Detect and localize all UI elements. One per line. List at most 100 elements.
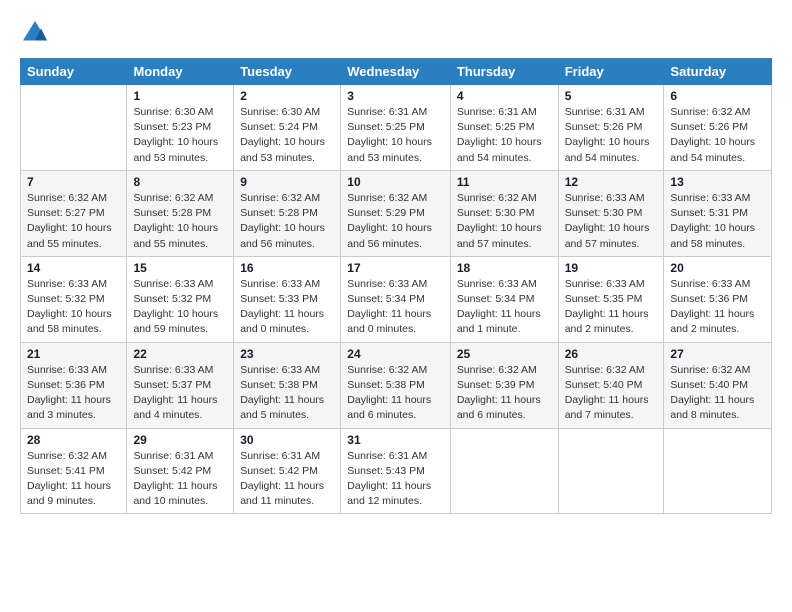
day-number: 5 [565,89,658,103]
day-info: Sunrise: 6:31 AMSunset: 5:25 PMDaylight:… [457,105,552,166]
day-info: Sunrise: 6:33 AMSunset: 5:37 PMDaylight:… [133,363,227,424]
day-info: Sunrise: 6:32 AMSunset: 5:40 PMDaylight:… [565,363,658,424]
weekday-header-monday: Monday [127,59,234,85]
calendar-cell: 18 Sunrise: 6:33 AMSunset: 5:34 PMDayligh… [450,256,558,342]
day-number: 13 [670,175,765,189]
day-info: Sunrise: 6:32 AMSunset: 5:28 PMDaylight:… [133,191,227,252]
day-info: Sunrise: 6:31 AMSunset: 5:26 PMDaylight:… [565,105,658,166]
day-info: Sunrise: 6:33 AMSunset: 5:31 PMDaylight:… [670,191,765,252]
calendar-cell: 10 Sunrise: 6:32 AMSunset: 5:29 PMDayligh… [341,170,451,256]
day-number: 27 [670,347,765,361]
calendar-cell: 24 Sunrise: 6:32 AMSunset: 5:38 PMDayligh… [341,342,451,428]
day-info: Sunrise: 6:32 AMSunset: 5:29 PMDaylight:… [347,191,444,252]
calendar-cell [664,428,772,514]
calendar-cell: 28Sunrise: 6:32 AMSunset: 5:41 PMDayligh… [21,428,127,514]
calendar-cell: 8 Sunrise: 6:32 AMSunset: 5:28 PMDaylight… [127,170,234,256]
day-info: Sunrise: 6:32 AMSunset: 5:39 PMDaylight:… [457,363,552,424]
day-info: Sunrise: 6:30 AMSunset: 5:24 PMDaylight:… [240,105,334,166]
day-info: Sunrise: 6:33 AMSunset: 5:33 PMDaylight:… [240,277,334,338]
calendar-cell: 15 Sunrise: 6:33 AMSunset: 5:32 PMDayligh… [127,256,234,342]
day-number: 6 [670,89,765,103]
logo [20,18,52,48]
day-number: 4 [457,89,552,103]
weekday-header-sunday: Sunday [21,59,127,85]
day-number: 22 [133,347,227,361]
day-number: 1 [133,89,227,103]
day-info: Sunrise: 6:30 AMSunset: 5:23 PMDaylight:… [133,105,227,166]
calendar-cell: 25 Sunrise: 6:32 AMSunset: 5:39 PMDayligh… [450,342,558,428]
calendar-row: 14 Sunrise: 6:33 AMSunset: 5:32 PMDayligh… [21,256,772,342]
calendar-cell: 20 Sunrise: 6:33 AMSunset: 5:36 PMDayligh… [664,256,772,342]
logo-icon [20,18,50,48]
day-number: 16 [240,261,334,275]
calendar-cell: 2Sunrise: 6:30 AMSunset: 5:24 PMDaylight… [234,85,341,171]
day-info: Sunrise: 6:33 AMSunset: 5:34 PMDaylight:… [347,277,444,338]
day-info: Sunrise: 6:31 AMSunset: 5:42 PMDaylight:… [240,449,334,510]
day-info: Sunrise: 6:32 AMSunset: 5:27 PMDaylight:… [27,191,120,252]
calendar-cell: 9 Sunrise: 6:32 AMSunset: 5:28 PMDaylight… [234,170,341,256]
calendar-cell: 7 Sunrise: 6:32 AMSunset: 5:27 PMDaylight… [21,170,127,256]
day-number: 7 [27,175,120,189]
calendar-table: SundayMondayTuesdayWednesdayThursdayFrid… [20,58,772,514]
calendar-cell [21,85,127,171]
calendar-cell: 26Sunrise: 6:32 AMSunset: 5:40 PMDayligh… [558,342,664,428]
calendar-cell: 22 Sunrise: 6:33 AMSunset: 5:37 PMDayligh… [127,342,234,428]
day-info: Sunrise: 6:31 AMSunset: 5:42 PMDaylight:… [133,449,227,510]
calendar-cell: 1 Sunrise: 6:30 AMSunset: 5:23 PMDaylight… [127,85,234,171]
day-number: 20 [670,261,765,275]
day-number: 10 [347,175,444,189]
day-info: Sunrise: 6:32 AMSunset: 5:41 PMDaylight:… [27,449,120,510]
calendar-cell: 5 Sunrise: 6:31 AMSunset: 5:26 PMDaylight… [558,85,664,171]
calendar-cell: 31 Sunrise: 6:31 AMSunset: 5:43 PMDayligh… [341,428,451,514]
day-number: 17 [347,261,444,275]
day-info: Sunrise: 6:33 AMSunset: 5:30 PMDaylight:… [565,191,658,252]
day-info: Sunrise: 6:33 AMSunset: 5:34 PMDaylight:… [457,277,552,338]
calendar-cell: 29 Sunrise: 6:31 AMSunset: 5:42 PMDayligh… [127,428,234,514]
day-number: 9 [240,175,334,189]
weekday-header-saturday: Saturday [664,59,772,85]
calendar-cell: 14 Sunrise: 6:33 AMSunset: 5:32 PMDayligh… [21,256,127,342]
weekday-header-tuesday: Tuesday [234,59,341,85]
weekday-header-thursday: Thursday [450,59,558,85]
day-number: 8 [133,175,227,189]
calendar-cell: 12Sunrise: 6:33 AMSunset: 5:30 PMDayligh… [558,170,664,256]
day-info: Sunrise: 6:33 AMSunset: 5:35 PMDaylight:… [565,277,658,338]
calendar-cell: 27Sunrise: 6:32 AMSunset: 5:40 PMDayligh… [664,342,772,428]
day-info: Sunrise: 6:33 AMSunset: 5:36 PMDaylight:… [670,277,765,338]
day-number: 11 [457,175,552,189]
page: SundayMondayTuesdayWednesdayThursdayFrid… [0,0,792,612]
calendar-cell [558,428,664,514]
calendar-cell: 19Sunrise: 6:33 AMSunset: 5:35 PMDayligh… [558,256,664,342]
day-number: 23 [240,347,334,361]
calendar-row: 28Sunrise: 6:32 AMSunset: 5:41 PMDayligh… [21,428,772,514]
day-number: 18 [457,261,552,275]
day-number: 21 [27,347,120,361]
day-info: Sunrise: 6:32 AMSunset: 5:28 PMDaylight:… [240,191,334,252]
calendar-cell: 13 Sunrise: 6:33 AMSunset: 5:31 PMDayligh… [664,170,772,256]
calendar-cell: 16 Sunrise: 6:33 AMSunset: 5:33 PMDayligh… [234,256,341,342]
day-number: 31 [347,433,444,447]
calendar-cell: 3Sunrise: 6:31 AMSunset: 5:25 PMDaylight… [341,85,451,171]
calendar-cell: 30Sunrise: 6:31 AMSunset: 5:42 PMDayligh… [234,428,341,514]
day-number: 24 [347,347,444,361]
calendar-cell: 17 Sunrise: 6:33 AMSunset: 5:34 PMDayligh… [341,256,451,342]
day-info: Sunrise: 6:33 AMSunset: 5:38 PMDaylight:… [240,363,334,424]
day-number: 25 [457,347,552,361]
calendar-cell: 23 Sunrise: 6:33 AMSunset: 5:38 PMDayligh… [234,342,341,428]
day-info: Sunrise: 6:32 AMSunset: 5:38 PMDaylight:… [347,363,444,424]
day-number: 15 [133,261,227,275]
weekday-header-friday: Friday [558,59,664,85]
calendar-row: 1 Sunrise: 6:30 AMSunset: 5:23 PMDaylight… [21,85,772,171]
day-info: Sunrise: 6:32 AMSunset: 5:30 PMDaylight:… [457,191,552,252]
calendar-cell: 21 Sunrise: 6:33 AMSunset: 5:36 PMDayligh… [21,342,127,428]
day-number: 14 [27,261,120,275]
day-info: Sunrise: 6:33 AMSunset: 5:36 PMDaylight:… [27,363,120,424]
day-info: Sunrise: 6:33 AMSunset: 5:32 PMDaylight:… [133,277,227,338]
day-number: 29 [133,433,227,447]
calendar-cell: 11 Sunrise: 6:32 AMSunset: 5:30 PMDayligh… [450,170,558,256]
calendar-row: 7 Sunrise: 6:32 AMSunset: 5:27 PMDaylight… [21,170,772,256]
weekday-header-wednesday: Wednesday [341,59,451,85]
day-info: Sunrise: 6:33 AMSunset: 5:32 PMDaylight:… [27,277,120,338]
day-info: Sunrise: 6:31 AMSunset: 5:43 PMDaylight:… [347,449,444,510]
day-info: Sunrise: 6:32 AMSunset: 5:26 PMDaylight:… [670,105,765,166]
